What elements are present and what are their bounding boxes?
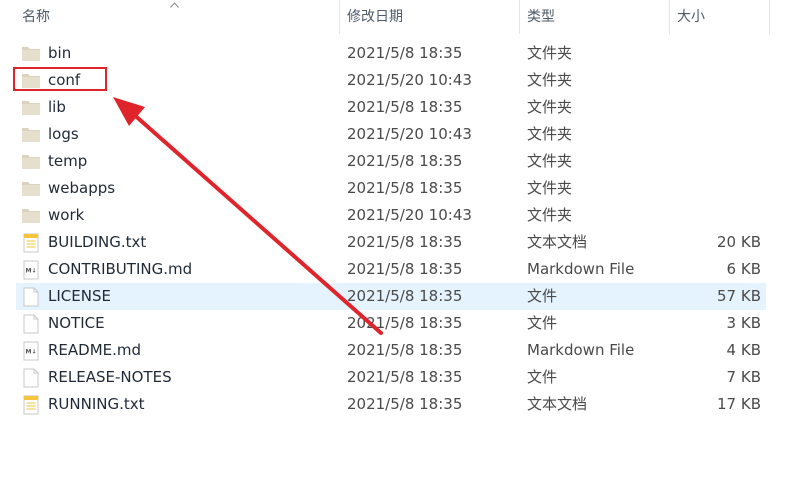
blank-file-icon: [21, 364, 41, 391]
file-type: 文件夹: [527, 125, 573, 143]
file-type: 文件夹: [527, 44, 573, 62]
file-size: 7 KB: [726, 368, 761, 386]
file-modified-date: 2021/5/8 18:35: [347, 368, 463, 386]
file-name: conf: [48, 71, 81, 89]
folder-icon: [21, 94, 41, 121]
file-name: NOTICE: [48, 314, 105, 332]
file-size: 4 KB: [726, 341, 761, 359]
file-type: 文件夹: [527, 206, 573, 224]
file-size: 6 KB: [726, 260, 761, 278]
file-modified-date: 2021/5/8 18:35: [347, 44, 463, 62]
file-name: RELEASE-NOTES: [48, 368, 172, 386]
markdown-file-icon: M↓: [21, 337, 41, 364]
column-header-name[interactable]: 名称: [18, 0, 340, 34]
column-header-type[interactable]: 类型: [523, 0, 670, 34]
blank-file-icon: [21, 310, 41, 337]
file-modified-date: 2021/5/8 18:35: [347, 314, 463, 332]
column-header-size[interactable]: 大小: [673, 0, 770, 34]
file-name: BUILDING.txt: [48, 233, 147, 251]
column-header-date-label: 修改日期: [347, 9, 403, 25]
svg-text:M↓: M↓: [26, 349, 37, 356]
column-header-size-label: 大小: [677, 9, 705, 25]
file-modified-date: 2021/5/8 18:35: [347, 98, 463, 116]
file-type: 文件: [527, 314, 558, 332]
file-row[interactable]: M↓ README.md 2021/5/8 18:35 Markdown File 4 …: [16, 337, 766, 364]
file-name: CONTRIBUTING.md: [48, 260, 193, 278]
file-row[interactable]: RUNNING.txt 2021/5/8 18:35 文本文档 17 KB: [16, 391, 766, 418]
text-file-icon: [21, 229, 41, 256]
file-size: 20 KB: [717, 233, 761, 251]
file-type: 文本文档: [527, 395, 588, 413]
file-modified-date: 2021/5/8 18:35: [347, 287, 463, 305]
markdown-file-icon: M↓: [21, 256, 41, 283]
file-row[interactable]: conf 2021/5/20 10:43 文件夹: [16, 67, 766, 94]
folder-icon: [21, 148, 41, 175]
file-type: 文本文档: [527, 233, 588, 251]
text-file-icon: [21, 391, 41, 418]
file-row[interactable]: temp 2021/5/8 18:35 文件夹: [16, 148, 766, 175]
file-row[interactable]: lib 2021/5/8 18:35 文件夹: [16, 94, 766, 121]
folder-icon: [21, 121, 41, 148]
file-name: temp: [48, 152, 88, 170]
file-modified-date: 2021/5/8 18:35: [347, 233, 463, 251]
column-header-bar: 名称 修改日期 类型 大小: [0, 0, 788, 34]
file-size: 57 KB: [717, 287, 761, 305]
file-name: logs: [48, 125, 79, 143]
file-row[interactable]: M↓ CONTRIBUTING.md 2021/5/8 18:35 Markdown …: [16, 256, 766, 283]
file-row[interactable]: BUILDING.txt 2021/5/8 18:35 文本文档 20 KB: [16, 229, 766, 256]
sort-ascending-icon: [170, 2, 179, 8]
file-name: RUNNING.txt: [48, 395, 145, 413]
folder-icon: [21, 40, 41, 67]
column-header-name-label: 名称: [22, 9, 50, 25]
file-name: LICENSE: [48, 287, 111, 305]
folder-icon: [21, 175, 41, 202]
file-name: work: [48, 206, 85, 224]
file-modified-date: 2021/5/8 18:35: [347, 341, 463, 359]
column-header-type-label: 类型: [527, 9, 555, 25]
file-modified-date: 2021/5/8 18:35: [347, 152, 463, 170]
svg-text:M↓: M↓: [26, 268, 37, 275]
folder-icon: [21, 67, 41, 94]
file-modified-date: 2021/5/8 18:35: [347, 395, 463, 413]
file-type: Markdown File: [527, 260, 635, 278]
file-modified-date: 2021/5/8 18:35: [347, 260, 463, 278]
blank-file-icon: [21, 283, 41, 310]
file-name: webapps: [48, 179, 116, 197]
file-size: 3 KB: [726, 314, 761, 332]
file-row[interactable]: work 2021/5/20 10:43 文件夹: [16, 202, 766, 229]
file-type: 文件夹: [527, 98, 573, 116]
file-type: Markdown File: [527, 341, 635, 359]
file-row[interactable]: NOTICE 2021/5/8 18:35 文件 3 KB: [16, 310, 766, 337]
file-row[interactable]: logs 2021/5/20 10:43 文件夹: [16, 121, 766, 148]
file-row[interactable]: webapps 2021/5/8 18:35 文件夹: [16, 175, 766, 202]
file-name: README.md: [48, 341, 142, 359]
file-type: 文件: [527, 287, 558, 305]
file-name: lib: [48, 98, 66, 116]
file-size: 17 KB: [717, 395, 761, 413]
file-row[interactable]: bin 2021/5/8 18:35 文件夹: [16, 40, 766, 67]
file-row[interactable]: LICENSE 2021/5/8 18:35 文件 57 KB: [16, 283, 766, 310]
file-row[interactable]: RELEASE-NOTES 2021/5/8 18:35 文件 7 KB: [16, 364, 766, 391]
file-modified-date: 2021/5/20 10:43: [347, 125, 472, 143]
column-header-date[interactable]: 修改日期: [343, 0, 520, 34]
file-modified-date: 2021/5/8 18:35: [347, 179, 463, 197]
file-name: bin: [48, 44, 72, 62]
file-type: 文件夹: [527, 179, 573, 197]
file-type: 文件夹: [527, 152, 573, 170]
file-modified-date: 2021/5/20 10:43: [347, 71, 472, 89]
folder-icon: [21, 202, 41, 229]
file-type: 文件: [527, 368, 558, 386]
file-modified-date: 2021/5/20 10:43: [347, 206, 472, 224]
file-type: 文件夹: [527, 71, 573, 89]
